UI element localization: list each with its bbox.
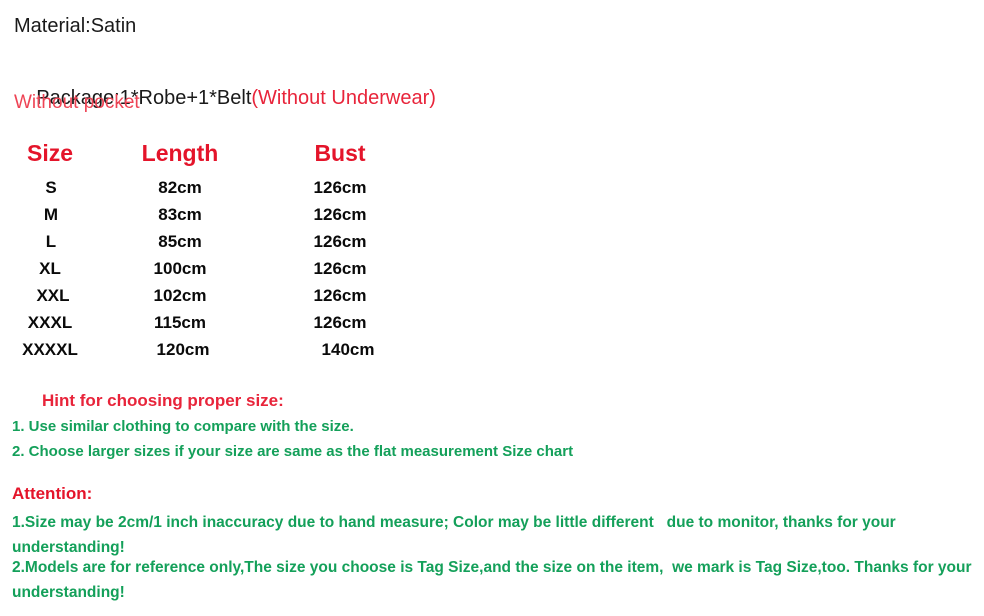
pocket-note: Without pocket (14, 92, 140, 113)
table-row: XXXXL 120cm 140cm (0, 336, 420, 363)
cell-size: XXL (36, 285, 70, 305)
attention-item-1: 1.Size may be 2cm/1 inch inaccuracy due … (12, 514, 901, 556)
attention-item-2: 2.Models are for reference only,The size… (12, 559, 976, 601)
cell-length: 120cm (156, 339, 210, 359)
cell-bust: 126cm (313, 312, 367, 332)
cell-length: 83cm (158, 204, 202, 224)
cell-bust: 126cm (313, 177, 367, 197)
cell-bust: 126cm (313, 258, 367, 278)
cell-bust: 126cm (313, 231, 367, 251)
cell-size: XL (39, 258, 61, 278)
table-row: M 83cm 126cm (0, 201, 420, 228)
column-header-length: Length (141, 139, 219, 166)
cell-size: L (45, 231, 57, 251)
cell-bust: 126cm (313, 285, 367, 305)
column-header-size: Size (26, 139, 74, 166)
size-chart-page: Material:Satin Package:1*Robe+1*Belt(Wit… (0, 0, 984, 616)
material-line: Material:Satin (14, 15, 137, 37)
cell-length: 102cm (153, 285, 207, 305)
table-row: XL 100cm 126cm (0, 255, 420, 282)
cell-length: 85cm (158, 231, 202, 251)
cell-size: S (45, 177, 57, 197)
size-chart-table: Size Length Bust S 82cm 126cm M 83cm 126… (0, 136, 420, 363)
cell-length: 115cm (154, 312, 206, 332)
table-row: XXXL 115cm 126cm (0, 309, 420, 336)
package-line-note: (Without Underwear) (251, 87, 436, 109)
table-row: L 85cm 126cm (0, 228, 420, 255)
column-header-bust: Bust (314, 139, 366, 166)
cell-bust: 126cm (313, 204, 367, 224)
cell-size: XXXXL (22, 339, 78, 359)
cell-size: XXXL (27, 312, 73, 332)
cell-length: 100cm (153, 258, 207, 278)
hint-item-2: 2. Choose larger sizes if your size are … (12, 443, 574, 460)
hint-item-1: 1. Use similar clothing to compare with … (12, 418, 354, 435)
hint-title: Hint for choosing proper size: (42, 391, 284, 410)
table-row: S 82cm 126cm (0, 174, 420, 201)
cell-size: M (43, 204, 59, 224)
attention-title: Attention: (12, 484, 93, 503)
cell-bust: 140cm (321, 339, 375, 359)
cell-length: 82cm (158, 177, 202, 197)
table-row: XXL 102cm 126cm (0, 282, 420, 309)
table-header-row: Size Length Bust (0, 136, 420, 174)
